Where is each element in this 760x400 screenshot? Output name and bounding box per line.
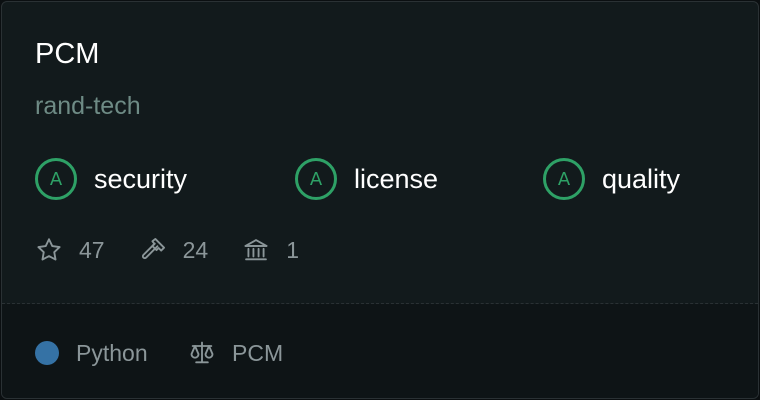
language-label: Python [76, 340, 148, 366]
repo-owner[interactable]: rand-tech [35, 90, 141, 122]
dependents-count: 1 [286, 236, 299, 263]
grade-label: quality [602, 163, 681, 194]
dependents-stat: 1 [242, 236, 299, 264]
card-footer: Python PCM [2, 304, 758, 398]
grade-badge: A [543, 158, 585, 200]
grade-quality: A quality [543, 155, 680, 203]
language-color-dot [35, 341, 59, 365]
hammer-icon [141, 237, 165, 260]
stars-stat: 47 [35, 236, 105, 264]
license-label: PCM [232, 340, 284, 366]
repo-stats: 47 24 1 [35, 234, 333, 266]
repo-card[interactable]: PCM rand-tech A security A license A qua… [1, 1, 759, 399]
bank-icon [244, 239, 268, 261]
grade-label: security [94, 163, 188, 194]
grade-license: A license [295, 155, 438, 203]
star-icon [37, 238, 61, 261]
grade-label: license [354, 163, 439, 194]
grade-badge: A [295, 158, 337, 200]
forks-count: 24 [182, 236, 209, 263]
scale-icon [190, 341, 214, 364]
forks-stat: 24 [139, 236, 209, 264]
repo-name[interactable]: PCM [35, 36, 99, 72]
grade-badge: A [35, 158, 77, 200]
grade-security: A security [35, 155, 187, 203]
stars-count: 47 [79, 236, 105, 263]
